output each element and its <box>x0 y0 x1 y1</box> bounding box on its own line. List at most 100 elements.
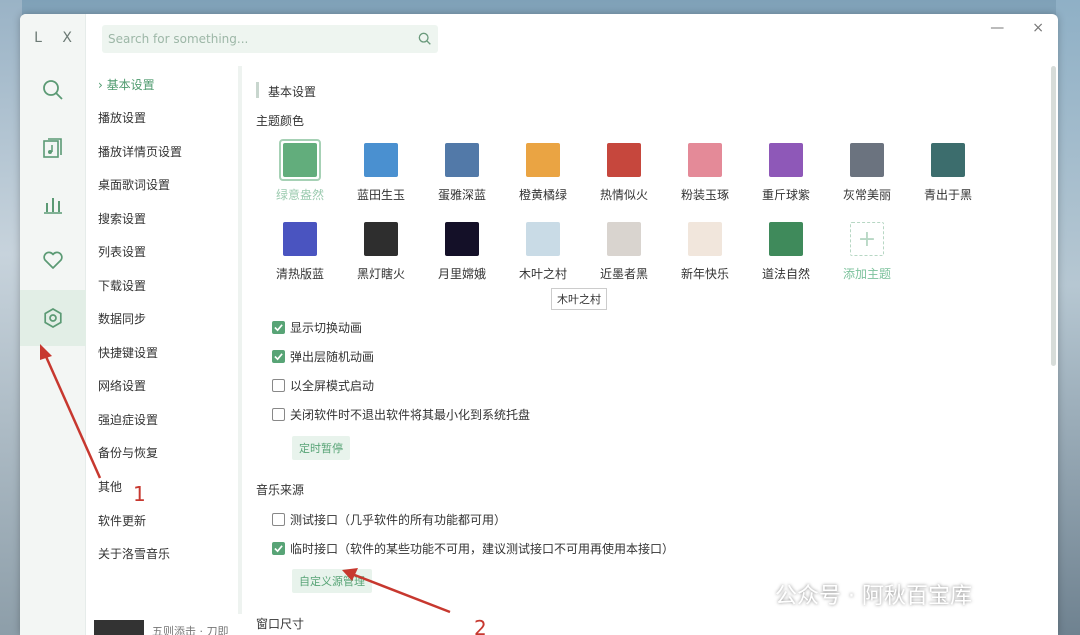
option-fullscreen-start[interactable]: 以全屏模式启动 <box>272 377 374 394</box>
theme-swatch[interactable]: 灰常美丽 <box>827 143 907 203</box>
theme-color-preview <box>364 222 398 256</box>
window-size-title: 窗口尺寸 <box>256 617 305 631</box>
theme-color-preview <box>688 222 722 256</box>
player-cover[interactable] <box>94 620 144 635</box>
theme-label: 青出于黑 <box>923 188 972 202</box>
close-button[interactable]: × <box>1032 20 1044 36</box>
theme-color-preview <box>283 222 317 256</box>
music-source-title: 音乐来源 <box>256 483 305 497</box>
theme-color-preview <box>688 143 722 177</box>
theme-color-preview <box>526 143 560 177</box>
plus-icon: + <box>850 222 884 256</box>
theme-swatch[interactable]: 木叶之村 <box>503 222 583 282</box>
checkbox-unchecked-icon <box>272 513 285 526</box>
theme-label: 粉装玉琢 <box>680 188 729 202</box>
theme-label: 木叶之村 <box>518 267 567 281</box>
theme-swatch[interactable]: 热情似火 <box>584 143 664 203</box>
custom-source-button[interactable]: 自定义源管理 <box>292 569 372 593</box>
theme-swatch[interactable]: 蓝田生玉 <box>341 143 421 203</box>
option-label: 显示切换动画 <box>290 321 363 335</box>
settings-menu-item[interactable]: 播放详情页设置 <box>98 143 182 160</box>
settings-menu-item[interactable]: 列表设置 <box>98 243 146 260</box>
theme-swatch[interactable]: 道法自然 <box>746 222 826 282</box>
watermark-text: 公众号 · 阿秋百宝库 <box>775 584 972 609</box>
theme-color-preview <box>526 222 560 256</box>
theme-color-preview <box>283 143 317 177</box>
theme-swatch[interactable]: 蛋雅深蓝 <box>422 143 502 203</box>
annotation-number-1: 1 <box>133 482 146 506</box>
theme-label: 绿意盎然 <box>275 188 324 202</box>
add-theme-button[interactable]: + 添加主题 <box>827 222 907 282</box>
app-window: L X — × › 基本设置 播放设置 播放详情页设置 桌面歌词设置 搜索设置 <box>20 14 1058 635</box>
settings-menu-item-basic[interactable]: › 基本设置 <box>98 76 155 93</box>
option-label: 关闭软件时不退出软件将其最小化到系统托盘 <box>290 408 531 422</box>
settings-menu-item[interactable]: 下载设置 <box>98 277 146 294</box>
settings-menu-item[interactable]: 数据同步 <box>98 310 146 327</box>
theme-swatch[interactable]: 粉装玉琢 <box>665 143 745 203</box>
theme-swatch[interactable]: 近墨者黑 <box>584 222 664 282</box>
settings-menu-item[interactable]: 快捷键设置 <box>98 344 158 361</box>
theme-swatch[interactable]: 青出于黑 <box>908 143 988 203</box>
option-label: 以全屏模式启动 <box>290 379 375 393</box>
theme-swatch[interactable]: 黑灯瞎火 <box>341 222 421 282</box>
search-button[interactable] <box>412 26 438 52</box>
checkbox-checked-icon <box>272 542 285 555</box>
timer-pause-button[interactable]: 定时暂停 <box>292 436 350 460</box>
settings-menu-item[interactable]: 网络设置 <box>98 377 146 394</box>
nav-settings[interactable] <box>20 290 86 346</box>
theme-label: 添加主题 <box>842 267 891 281</box>
source-test-api[interactable]: 测试接口（几乎软件的所有功能都可用） <box>272 511 506 528</box>
settings-content: 基本设置 主题颜色 绿意盎然 蓝田生玉 蛋雅深蓝 橙黄橘绿 热情似火 粉装玉琢 重斤球紫 灰常… <box>256 74 1046 634</box>
window-controls: — × <box>990 20 1044 36</box>
theme-swatch[interactable]: 橙黄橘绿 <box>503 143 583 203</box>
option-switch-animation[interactable]: 显示切换动画 <box>272 319 362 336</box>
music-list-icon <box>43 138 62 158</box>
theme-color-preview <box>607 222 641 256</box>
theme-label: 重斤球紫 <box>761 188 810 202</box>
search-icon <box>418 32 431 45</box>
theme-color-preview <box>445 143 479 177</box>
app-logo: L X <box>34 30 80 46</box>
theme-label: 热情似火 <box>599 188 648 202</box>
theme-color-preview <box>769 143 803 177</box>
option-popup-animation[interactable]: 弹出层随机动画 <box>272 348 374 365</box>
option-minimize-to-tray[interactable]: 关闭软件时不退出软件将其最小化到系统托盘 <box>272 406 530 423</box>
source-temp-api[interactable]: 临时接口（软件的某些功能不可用，建议测试接口不可用再使用本接口） <box>272 540 674 557</box>
theme-swatch[interactable]: 重斤球紫 <box>746 143 826 203</box>
scrollbar[interactable] <box>1051 66 1056 366</box>
theme-label: 月里嫦娥 <box>437 267 486 281</box>
settings-menu-item[interactable]: 软件更新 <box>98 512 146 529</box>
theme-label: 新年快乐 <box>680 267 729 281</box>
checkbox-checked-icon <box>272 321 285 334</box>
desktop-background-left <box>0 0 22 635</box>
nav-leaderboard[interactable] <box>20 176 86 232</box>
chart-icon <box>44 198 62 214</box>
nav-favorites[interactable] <box>20 232 86 288</box>
nav-song-list[interactable] <box>20 120 86 176</box>
theme-selected-frame <box>279 139 321 181</box>
search-box <box>102 25 438 53</box>
nav-search[interactable] <box>20 62 86 118</box>
theme-label: 橙黄橘绿 <box>518 188 567 202</box>
theme-swatch[interactable]: 月里嫦娥 <box>422 222 502 282</box>
theme-swatch[interactable]: 清热版蓝 <box>260 222 340 282</box>
settings-menu-item[interactable]: 其他 <box>98 478 122 495</box>
settings-menu-item[interactable]: 强迫症设置 <box>98 411 158 428</box>
wechat-icon <box>735 582 766 606</box>
settings-menu-item[interactable]: 桌面歌词设置 <box>98 176 170 193</box>
desktop-background-right <box>1056 0 1080 635</box>
theme-swatch[interactable]: 绿意盎然 <box>260 139 340 203</box>
theme-label: 灰常美丽 <box>842 188 891 202</box>
settings-menu-item[interactable]: 播放设置 <box>98 109 146 126</box>
theme-label: 近墨者黑 <box>599 267 648 281</box>
search-icon <box>43 80 63 100</box>
settings-menu-item[interactable]: 备份与恢复 <box>98 444 158 461</box>
watermark: 公众号 · 阿秋百宝库 <box>735 578 972 610</box>
theme-swatch[interactable]: 新年快乐 <box>665 222 745 282</box>
settings-menu-item[interactable]: 搜索设置 <box>98 210 146 227</box>
minimize-button[interactable]: — <box>990 20 1004 36</box>
settings-menu-item[interactable]: 关于洛雪音乐 <box>98 545 170 562</box>
icon-sidebar: L X <box>20 14 86 635</box>
search-input[interactable] <box>102 32 412 46</box>
checkbox-unchecked-icon <box>272 408 285 421</box>
